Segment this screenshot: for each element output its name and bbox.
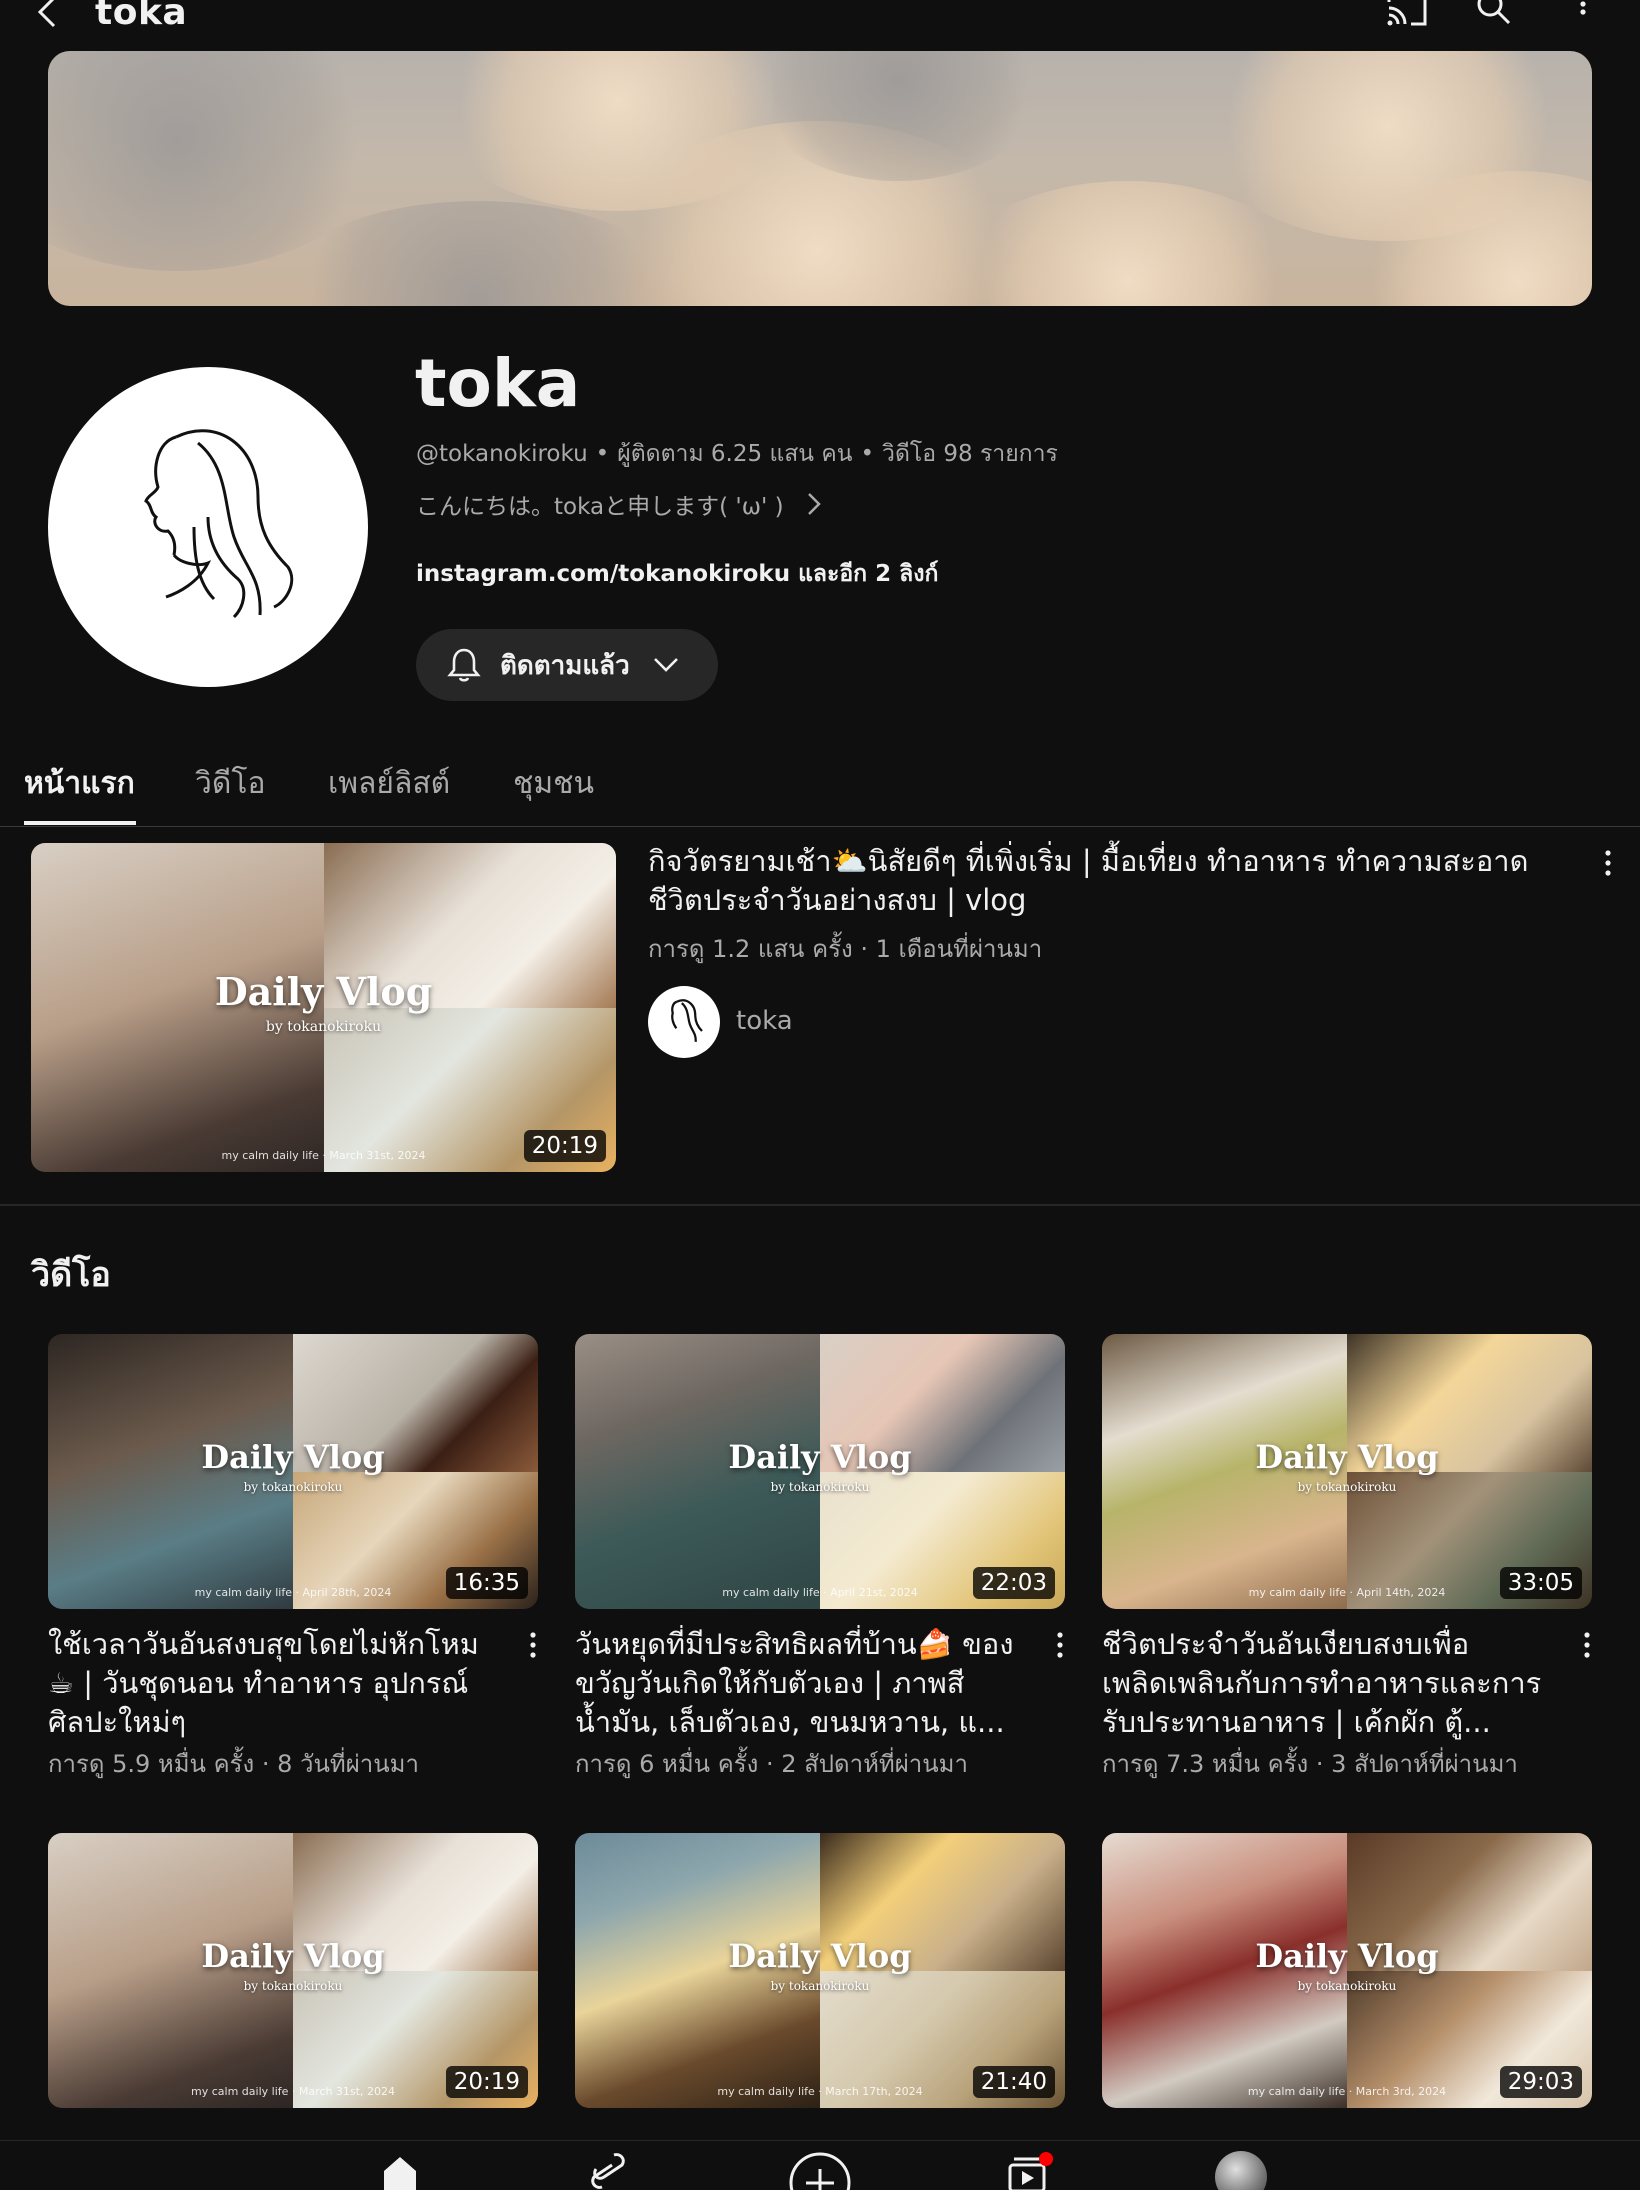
- author-name[interactable]: toka: [736, 1006, 793, 1036]
- author-avatar[interactable]: [648, 986, 720, 1058]
- section-divider: [0, 1204, 1640, 1206]
- videos-section-title: วิดีโอ: [31, 1255, 111, 1295]
- featured-video-meta: การดู 1.2 แสน ครั้ง · 1 เดือนที่ผ่านมา: [648, 935, 1043, 963]
- video-duration: 33:05: [1499, 1567, 1582, 1599]
- shorts-icon[interactable]: [590, 2151, 626, 2190]
- video-duration: 22:03: [972, 1567, 1055, 1599]
- video-duration: 29:03: [1499, 2066, 1582, 2098]
- tab-videos[interactable]: วิดีโอ: [195, 760, 265, 807]
- video-duration: 20:19: [445, 2066, 528, 2098]
- video-meta: การดู 5.9 หมื่น ครั้ง · 8 วันที่ผ่านมา: [48, 1750, 419, 1778]
- video-meta: การดู 6 หมื่น ครั้ง · 2 สัปดาห์ที่ผ่านมา: [575, 1750, 968, 1778]
- more-options-icon[interactable]: [1055, 1630, 1065, 1660]
- channel-name: toka: [415, 345, 581, 422]
- video-thumbnail[interactable]: Daily Vlog by tokanokiroku my calm daily…: [1102, 1334, 1592, 1609]
- video-thumbnail[interactable]: Daily Vlog by tokanokiroku my calm daily…: [48, 1334, 538, 1609]
- channel-banner: [48, 51, 1592, 306]
- tab-community[interactable]: ชุมชน: [513, 760, 594, 807]
- more-options-icon[interactable]: [1582, 1630, 1592, 1660]
- video-meta: การดู 7.3 หมื่น ครั้ง · 3 สัปดาห์ที่ผ่าน…: [1102, 1750, 1518, 1778]
- video-duration: 21:40: [972, 2066, 1055, 2098]
- more-links[interactable]: และอีก 2 ลิงก์: [798, 561, 938, 587]
- more-icon[interactable]: [1576, 0, 1590, 28]
- tab-playlists[interactable]: เพลย์ลิสต์: [328, 760, 450, 807]
- back-icon[interactable]: [30, 0, 66, 34]
- create-icon[interactable]: [788, 2151, 852, 2190]
- featured-video-title[interactable]: กิจวัตรยามเช้า⛅นิสัยดีๆ ที่เพิ่งเริ่ม | …: [648, 842, 1588, 920]
- channel-avatar[interactable]: [48, 367, 368, 687]
- video-thumbnail[interactable]: Daily Vlog by tokanokiroku my calm daily…: [1102, 1833, 1592, 2108]
- you-avatar[interactable]: [1215, 2151, 1267, 2190]
- subscribed-button[interactable]: ติดตามแล้ว: [416, 629, 718, 701]
- channel-links[interactable]: instagram.com/tokanokiroku และอีก 2 ลิงก…: [416, 556, 938, 592]
- channel-handle: @tokanokiroku: [416, 441, 588, 467]
- top-bar: toka: [0, 0, 1640, 34]
- more-options-icon[interactable]: [528, 1630, 538, 1660]
- channel-meta: @tokanokiroku • ผู้ติดตาม 6.25 แสน คน • วิดี…: [416, 441, 1058, 467]
- home-icon[interactable]: [380, 2151, 420, 2190]
- channel-description[interactable]: こんにちは。tokaと申します( 'ω' ): [416, 487, 822, 521]
- video-count: วิดีโอ 98 รายการ: [882, 441, 1058, 467]
- search-icon[interactable]: [1473, 0, 1515, 28]
- more-options-icon[interactable]: [1603, 848, 1613, 878]
- channel-tabs: หน้าแรก วิดีโอ เพลย์ลิสต์ ชุมชน: [0, 740, 1640, 827]
- video-thumbnail[interactable]: Daily Vlog by tokanokiroku my calm daily…: [48, 1833, 538, 2108]
- cast-icon[interactable]: [1385, 0, 1429, 28]
- subscribed-label: ติดตามแล้ว: [500, 650, 630, 681]
- top-bar-title: toka: [95, 0, 188, 33]
- chevron-down-icon: [653, 658, 678, 672]
- subscriber-count: ผู้ติดตาม 6.25 แสน คน: [617, 441, 853, 467]
- video-title[interactable]: วันหยุดที่มีประสิทธิผลที่บ้าน🍰 ของขวัญวั…: [575, 1625, 1015, 1742]
- tab-home[interactable]: หน้าแรก: [24, 760, 135, 807]
- chevron-right-icon: [807, 493, 821, 515]
- video-thumbnail[interactable]: Daily Vlog by tokanokiroku my calm daily…: [575, 1334, 1065, 1609]
- active-tab-indicator: [24, 821, 136, 825]
- instagram-link[interactable]: instagram.com/tokanokiroku: [416, 561, 790, 587]
- video-duration: 16:35: [445, 1567, 528, 1599]
- video-title[interactable]: ใช้เวลาวันอันสงบสุขโดยไม่หักโหม ☕ | วันช…: [48, 1625, 488, 1742]
- bottom-navigation: [0, 2140, 1640, 2190]
- video-duration: 20:19: [523, 1130, 606, 1162]
- video-title[interactable]: ชีวิตประจำวันอันเงียบสงบเพื่อเพลิดเพลินก…: [1102, 1625, 1542, 1742]
- video-thumbnail[interactable]: Daily Vlog by tokanokiroku my calm daily…: [575, 1833, 1065, 2108]
- subscriptions-icon[interactable]: [1006, 2151, 1056, 2190]
- bell-icon: [447, 648, 481, 682]
- featured-video-thumbnail[interactable]: Daily Vlog by tokanokiroku my calm daily…: [31, 843, 616, 1172]
